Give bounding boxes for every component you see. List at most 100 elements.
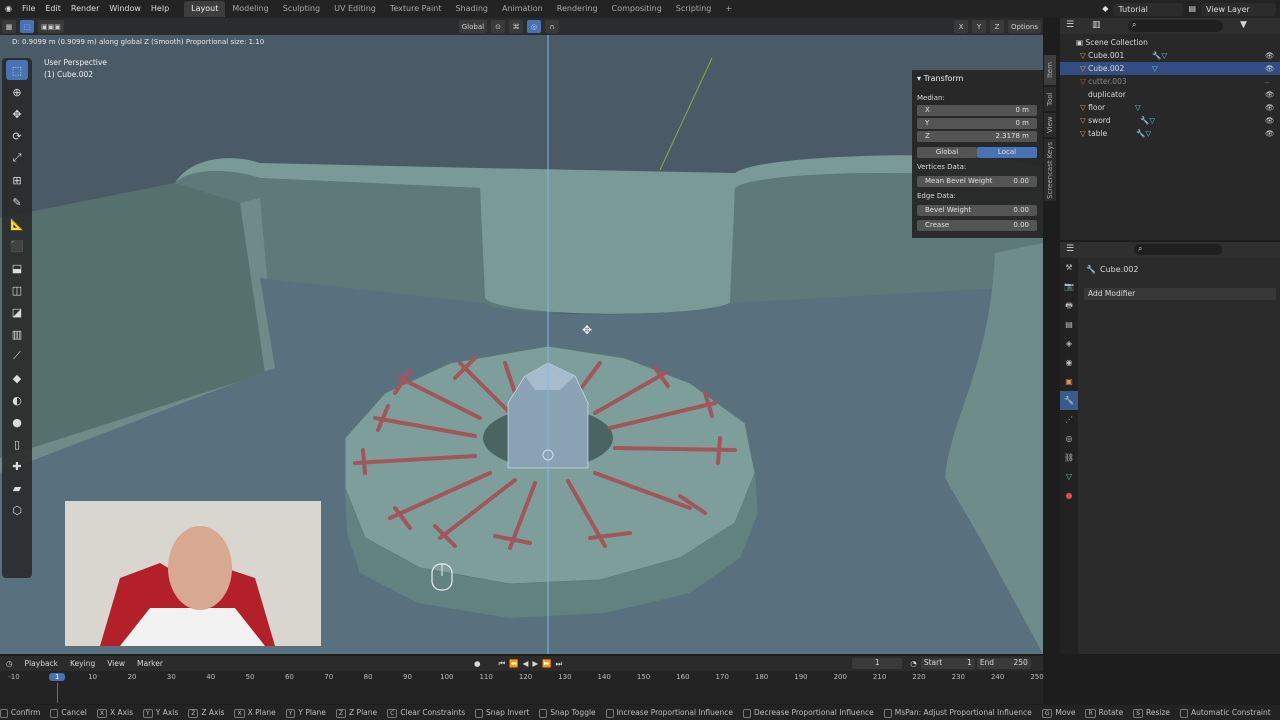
outliner-item-cube002[interactable]: ▽ Cube.002 ▽ 👁 <box>1060 62 1280 75</box>
falloff-icon[interactable]: ∩ <box>545 20 560 33</box>
data-tab-icon[interactable]: ▽ <box>1060 467 1078 486</box>
3d-viewport[interactable]: ✥ ▦ ⬚ ▣▣▣ Global ⊙ ⌘ ◎ ∩ X Y Z Options D… <box>0 18 1043 654</box>
median-z-field[interactable]: Z 2.3178 m <box>917 131 1037 142</box>
outliner-search-input[interactable]: ⌕ <box>1128 20 1223 32</box>
transform-orientation[interactable]: Global <box>458 20 488 33</box>
outliner-item-duplicator[interactable]: duplicator 👁 <box>1060 88 1280 101</box>
tab-item[interactable]: Item <box>1044 55 1056 85</box>
start-frame-field[interactable]: Start 1 <box>920 658 975 669</box>
rotate-tool-icon[interactable]: ⟳ <box>6 126 28 146</box>
modifier-tab-icon[interactable]: 🔧 <box>1060 391 1078 410</box>
add-modifier-dropdown[interactable]: Add Modifier <box>1084 288 1276 300</box>
add-cube-tool-icon[interactable]: ⬛ <box>6 236 28 256</box>
scene-name[interactable]: Tutorial <box>1113 2 1184 16</box>
bevel-weight-field[interactable]: Bevel Weight 0.00 <box>917 205 1037 216</box>
rip-tool-icon[interactable]: ⬡ <box>6 500 28 520</box>
add-workspace-icon[interactable]: + <box>718 1 739 17</box>
end-frame-field[interactable]: End 250 <box>976 658 1031 669</box>
scale-tool-icon[interactable]: ⤢ <box>6 148 28 168</box>
poly-build-tool-icon[interactable]: ◆ <box>6 368 28 388</box>
tab-rendering[interactable]: Rendering <box>550 1 605 17</box>
tab-animation[interactable]: Animation <box>495 1 550 17</box>
menu-window[interactable]: Window <box>104 0 146 18</box>
bevel-tool-icon[interactable]: ◪ <box>6 302 28 322</box>
jump-start-icon[interactable]: ⏮ <box>499 659 506 669</box>
inset-tool-icon[interactable]: ◫ <box>6 280 28 300</box>
playhead[interactable] <box>57 683 59 703</box>
record-icon[interactable]: ● <box>474 659 481 668</box>
keying-menu[interactable]: Keying <box>70 659 95 668</box>
visibility-eye-icon[interactable]: ⌣ <box>1265 75 1270 88</box>
shrink-fatten-tool-icon[interactable]: ✚ <box>6 456 28 476</box>
cursor-tool-icon[interactable]: ⊕ <box>6 82 28 102</box>
visibility-eye-icon[interactable]: 👁 <box>1265 62 1275 75</box>
tab-tool[interactable]: Tool <box>1044 87 1056 111</box>
median-x-field[interactable]: X0 m <box>917 105 1037 116</box>
view-menu[interactable]: View <box>107 659 125 668</box>
local-button[interactable]: Local <box>977 147 1037 158</box>
menu-render[interactable]: Render <box>66 0 104 18</box>
knife-tool-icon[interactable]: ⟋ <box>6 346 28 366</box>
viewport-scene[interactable]: ✥ <box>0 18 1043 654</box>
median-y-field[interactable]: Y0 m <box>917 118 1037 129</box>
material-tab-icon[interactable]: ● <box>1060 486 1078 505</box>
edge-slide-tool-icon[interactable]: ▯ <box>6 434 28 454</box>
snap-icon[interactable]: ⌘ <box>509 20 524 33</box>
outliner-item-cutter003[interactable]: ▽ cutter.003 ⌣ <box>1060 75 1280 88</box>
timeline-ruler[interactable]: -10 1 10 20 30 40 50 60 70 80 90 100 110 120 130 140 150… <box>0 673 1044 703</box>
select-box-icon[interactable]: ⬚ <box>20 20 34 33</box>
mean-bevel-weight-field[interactable]: Mean Bevel Weight 0.00 <box>917 176 1037 187</box>
marker-menu[interactable]: Marker <box>137 659 163 668</box>
tab-scripting[interactable]: Scripting <box>669 1 719 17</box>
annotate-tool-icon[interactable]: ✎ <box>6 192 28 212</box>
transform-header[interactable]: ▾ Transform <box>917 74 963 83</box>
menu-file[interactable]: File <box>17 0 40 18</box>
filter-icon[interactable]: ▼ <box>1240 20 1247 30</box>
jump-end-icon[interactable]: ⏭ <box>556 659 563 669</box>
prev-key-icon[interactable]: ⏪ <box>509 659 518 668</box>
view-layer-tab-icon[interactable]: ▤ <box>1060 315 1078 334</box>
output-tab-icon[interactable]: 🖶 <box>1060 296 1078 315</box>
outliner-item-table[interactable]: ▽ table 🔧▽ 👁 <box>1060 127 1280 140</box>
outliner-item-cube001[interactable]: ▽ Cube.001 🔧▽ 👁 <box>1060 49 1280 62</box>
tab-modeling[interactable]: Modeling <box>225 1 275 17</box>
visibility-eye-icon[interactable]: 👁 <box>1265 88 1275 101</box>
options-button[interactable]: Options <box>1008 20 1042 33</box>
selection-mode-icon[interactable]: ▣▣▣ <box>38 20 64 33</box>
mirror-axis-z[interactable]: Z <box>990 20 1004 33</box>
tab-shading[interactable]: Shading <box>448 1 495 17</box>
tab-view[interactable]: View <box>1044 113 1056 137</box>
render-tab-icon[interactable]: 📷 <box>1060 277 1078 296</box>
transform-tool-icon[interactable]: ⊞ <box>6 170 28 190</box>
playback-menu[interactable]: Playback <box>25 659 58 668</box>
tab-compositing[interactable]: Compositing <box>605 1 669 17</box>
current-frame-field[interactable]: 1 <box>852 658 903 669</box>
tab-screencast-keys[interactable]: Screencast Keys <box>1044 139 1056 201</box>
menu-help[interactable]: Help <box>146 0 174 18</box>
pivot-icon[interactable]: ⊙ <box>491 20 506 33</box>
outliner-item-sword[interactable]: ▽ sword 🔧▽ 👁 <box>1060 114 1280 127</box>
properties-search-input[interactable]: ⌕ <box>1134 244 1222 255</box>
tab-uv-editing[interactable]: UV Editing <box>327 1 383 17</box>
next-key-icon[interactable]: ⏩ <box>542 659 551 668</box>
extrude-tool-icon[interactable]: ⬓ <box>6 258 28 278</box>
shear-tool-icon[interactable]: ▰ <box>6 478 28 498</box>
visibility-eye-icon[interactable]: 👁 <box>1265 101 1275 114</box>
move-tool-icon[interactable]: ✥ <box>6 104 28 124</box>
crease-field[interactable]: Crease 0.00 <box>917 220 1037 231</box>
outliner-type-icon[interactable]: ☰ <box>1066 20 1074 30</box>
physics-tab-icon[interactable]: ◎ <box>1060 429 1078 448</box>
play-reverse-icon[interactable]: ◀ <box>523 659 529 668</box>
properties-type-icon[interactable]: ☰ <box>1066 244 1074 254</box>
display-mode-icon[interactable]: ▥ <box>1092 20 1101 30</box>
play-icon[interactable]: ▶ <box>532 659 538 668</box>
constraints-tab-icon[interactable]: ⛓ <box>1060 448 1078 467</box>
outliner-item-floor[interactable]: ▽ floor ▽ 👁 <box>1060 101 1280 114</box>
world-tab-icon[interactable]: ◉ <box>1060 353 1078 372</box>
mirror-axis-x[interactable]: X <box>954 20 968 33</box>
tool-tab-icon[interactable]: ⚒ <box>1060 258 1078 277</box>
scene-tab-icon[interactable]: ◈ <box>1060 334 1078 353</box>
tab-texture-paint[interactable]: Texture Paint <box>383 1 449 17</box>
loop-cut-tool-icon[interactable]: ▥ <box>6 324 28 344</box>
proportional-edit-icon[interactable]: ◎ <box>527 20 542 33</box>
